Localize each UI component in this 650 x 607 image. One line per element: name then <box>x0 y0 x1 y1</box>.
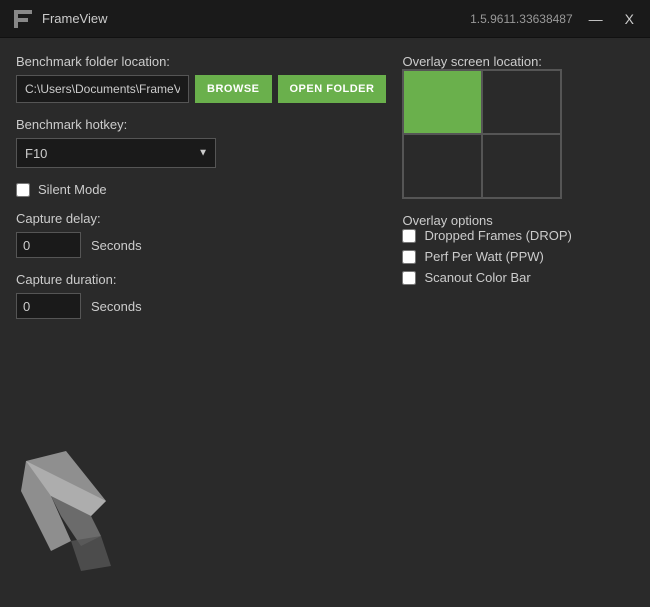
overlay-option-row-1: Perf Per Watt (PPW) <box>402 249 634 264</box>
overlay-options-label: Overlay options <box>402 213 492 228</box>
folder-input[interactable] <box>16 75 189 103</box>
overlay-location-label: Overlay screen location: <box>402 54 541 69</box>
overlay-option-checkbox-0[interactable] <box>402 229 416 243</box>
overlay-cell-bottom-right[interactable] <box>482 134 561 198</box>
open-folder-button[interactable]: OPEN FOLDER <box>278 75 387 103</box>
overlay-option-row-0: Dropped Frames (DROP) <box>402 228 634 243</box>
overlay-options-section: Overlay options Dropped Frames (DROP) Pe… <box>402 213 634 291</box>
overlay-grid <box>402 69 562 199</box>
overlay-location-section: Overlay screen location: <box>402 54 634 199</box>
capture-duration-input[interactable] <box>16 293 81 319</box>
capture-delay-row: Seconds <box>16 232 386 258</box>
app-logo-icon <box>12 8 34 30</box>
overlay-option-row-2: Scanout Color Bar <box>402 270 634 285</box>
capture-delay-unit: Seconds <box>91 238 142 253</box>
title-bar-left: FrameView <box>12 8 108 30</box>
title-bar-right: 1.5.9611.33638487 — X <box>470 9 638 29</box>
overlay-option-label-2[interactable]: Scanout Color Bar <box>424 270 530 285</box>
capture-delay-input[interactable] <box>16 232 81 258</box>
minimize-button[interactable]: — <box>585 9 607 29</box>
hotkey-select[interactable]: F10 F9 F11 F12 <box>16 138 216 168</box>
window-controls: — X <box>585 9 638 29</box>
capture-duration-label: Capture duration: <box>16 272 386 287</box>
overlay-option-label-0[interactable]: Dropped Frames (DROP) <box>424 228 571 243</box>
logo-area <box>16 333 386 591</box>
left-panel: Benchmark folder location: BROWSE OPEN F… <box>16 54 386 591</box>
capture-delay-section: Capture delay: Seconds <box>16 211 386 258</box>
capture-duration-unit: Seconds <box>91 299 142 314</box>
browse-button[interactable]: BROWSE <box>195 75 272 103</box>
silent-mode-label[interactable]: Silent Mode <box>38 182 107 197</box>
overlay-cell-top-right[interactable] <box>482 70 561 134</box>
title-bar: FrameView 1.5.9611.33638487 — X <box>0 0 650 38</box>
app-version: 1.5.9611.33638487 <box>470 12 573 26</box>
app-title: FrameView <box>42 11 108 26</box>
frameview-logo <box>16 441 176 581</box>
folder-location-label: Benchmark folder location: <box>16 54 386 69</box>
silent-mode-row: Silent Mode <box>16 182 386 197</box>
close-button[interactable]: X <box>621 9 638 29</box>
silent-mode-checkbox[interactable] <box>16 183 30 197</box>
capture-duration-row: Seconds <box>16 293 386 319</box>
main-content: Benchmark folder location: BROWSE OPEN F… <box>0 38 650 607</box>
overlay-option-label-1[interactable]: Perf Per Watt (PPW) <box>424 249 543 264</box>
hotkey-select-wrapper: F10 F9 F11 F12 <box>16 138 216 168</box>
capture-delay-label: Capture delay: <box>16 211 386 226</box>
overlay-cell-top-left[interactable] <box>403 70 482 134</box>
overlay-cell-bottom-left[interactable] <box>403 134 482 198</box>
overlay-option-checkbox-1[interactable] <box>402 250 416 264</box>
hotkey-section: Benchmark hotkey: F10 F9 F11 F12 <box>16 117 386 168</box>
right-panel: Overlay screen location: Overlay options… <box>402 54 634 591</box>
folder-row: BROWSE OPEN FOLDER <box>16 75 386 103</box>
folder-location-section: Benchmark folder location: BROWSE OPEN F… <box>16 54 386 103</box>
overlay-option-checkbox-2[interactable] <box>402 271 416 285</box>
capture-duration-section: Capture duration: Seconds <box>16 272 386 319</box>
hotkey-label: Benchmark hotkey: <box>16 117 386 132</box>
